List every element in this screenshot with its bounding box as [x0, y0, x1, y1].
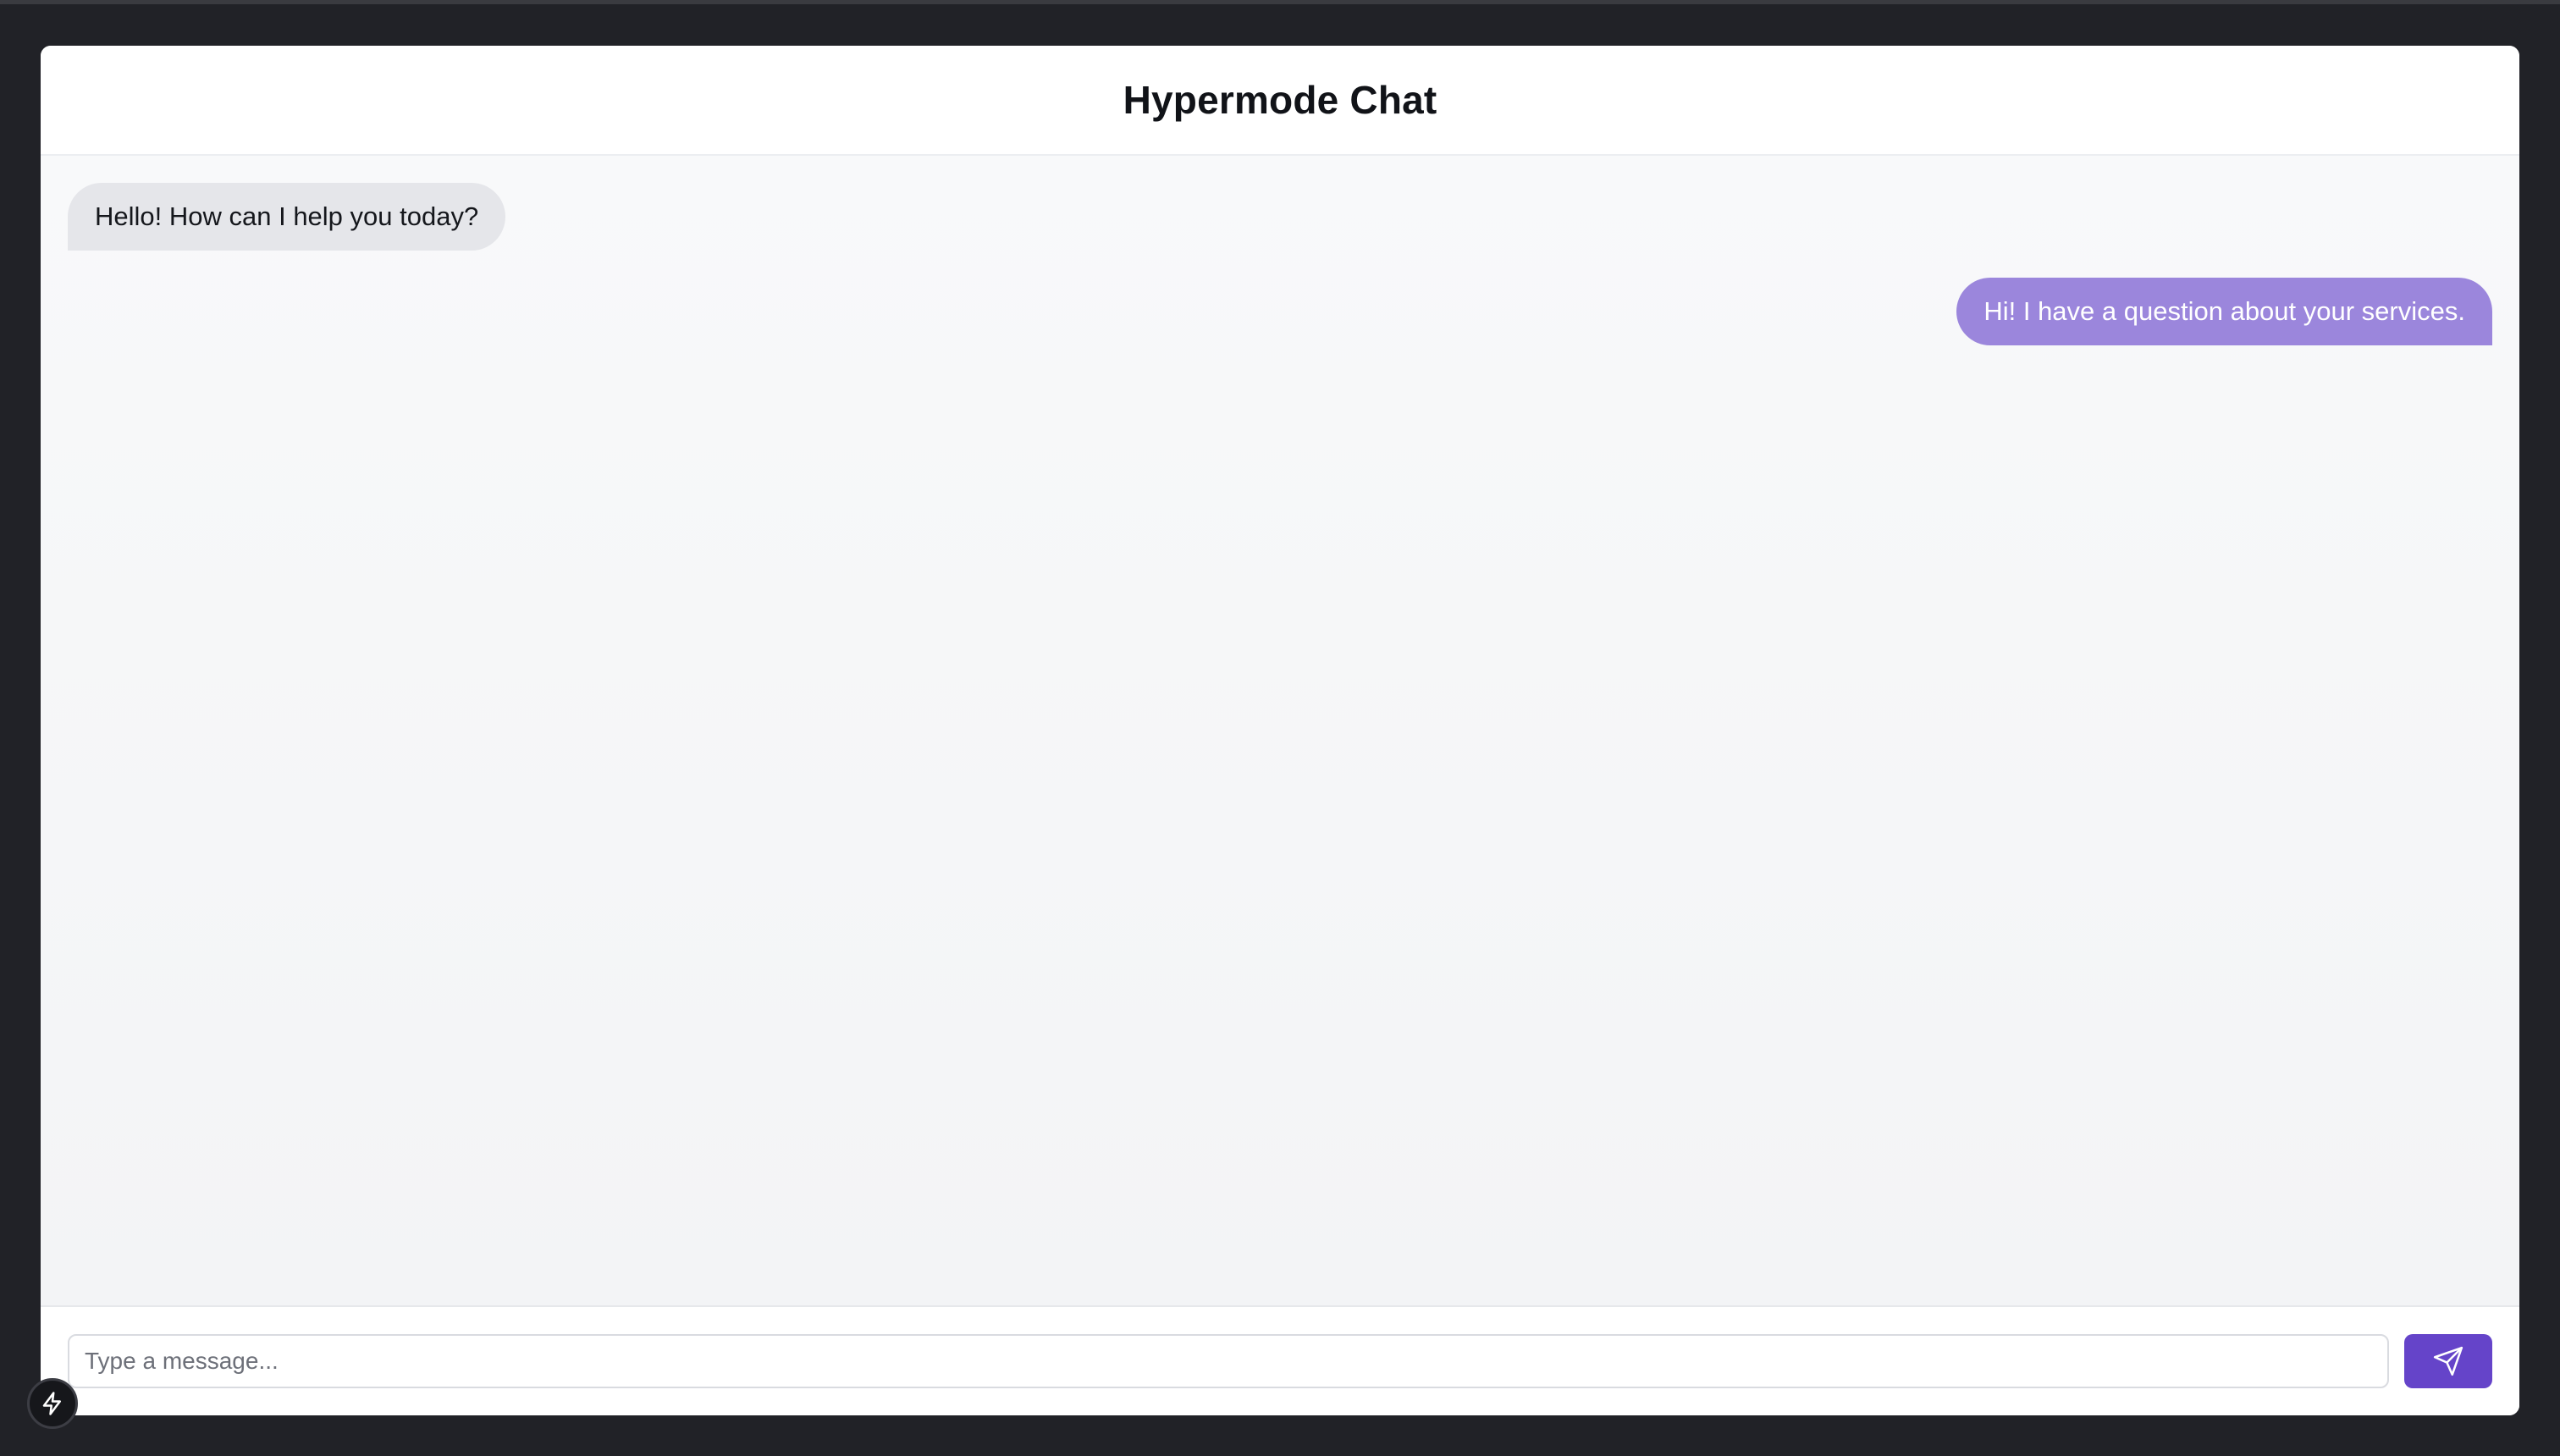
dev-tools-badge[interactable] [27, 1378, 78, 1429]
lightning-icon [42, 1392, 61, 1415]
send-icon [2433, 1346, 2463, 1376]
chat-window: Hypermode Chat Hello! How can I help you… [41, 46, 2519, 1415]
bot-message-bubble: Hello! How can I help you today? [68, 183, 506, 251]
message-composer [41, 1305, 2519, 1415]
page-title: Hypermode Chat [1123, 78, 1437, 122]
send-button[interactable] [2404, 1334, 2492, 1388]
message-row-user: Hi! I have a question about your service… [68, 278, 2492, 345]
message-list[interactable]: Hello! How can I help you today? Hi! I h… [41, 156, 2519, 1305]
user-message-bubble: Hi! I have a question about your service… [1956, 278, 2492, 345]
message-input[interactable] [68, 1334, 2389, 1388]
message-row-bot: Hello! How can I help you today? [68, 183, 2492, 251]
window-top-edge [0, 0, 2560, 4]
chat-header: Hypermode Chat [41, 46, 2519, 156]
